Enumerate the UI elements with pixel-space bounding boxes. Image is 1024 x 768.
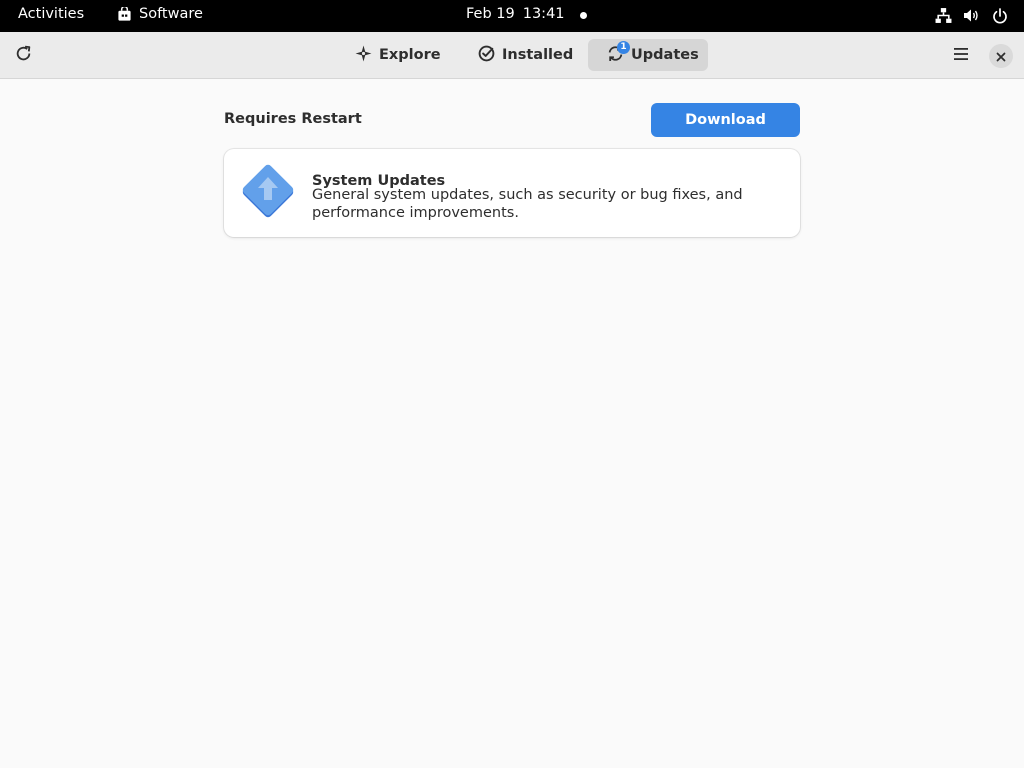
power-icon[interactable] — [992, 7, 1008, 24]
clock[interactable]: Feb 19 13:41 — [466, 6, 565, 22]
software-app-icon — [117, 6, 132, 22]
volume-icon[interactable] — [963, 7, 981, 24]
tab-explore-label: Explore — [379, 47, 441, 63]
close-icon — [996, 47, 1006, 66]
clock-date: Feb 19 — [466, 6, 515, 22]
system-updates-row[interactable]: System Updates General system updates, s… — [224, 149, 800, 237]
refresh-icon — [15, 45, 32, 66]
notification-dot — [580, 12, 587, 19]
requires-restart-heading: Requires Restart — [224, 111, 362, 127]
updates-count-badge: 1 — [617, 41, 630, 54]
tab-installed[interactable]: Installed — [463, 39, 573, 71]
explore-icon — [355, 45, 372, 66]
tab-updates-label: Updates — [631, 47, 699, 63]
system-tray[interactable] — [935, 7, 1008, 24]
app-menu[interactable]: Software — [117, 6, 203, 22]
download-button[interactable]: Download — [651, 103, 800, 137]
main-menu-button[interactable] — [946, 40, 976, 70]
view-switcher: Explore Installed 1 Updates — [334, 39, 708, 71]
hamburger-menu-icon — [953, 46, 969, 65]
app-menu-label: Software — [139, 6, 203, 22]
refresh-button[interactable] — [9, 40, 37, 70]
tab-installed-label: Installed — [502, 47, 574, 63]
tab-explore[interactable]: Explore — [339, 39, 447, 71]
installed-check-icon — [478, 45, 495, 66]
header-bar: Explore Installed 1 Updates — [0, 32, 1024, 79]
close-window-button[interactable] — [989, 44, 1013, 68]
tab-updates[interactable]: 1 Updates — [588, 39, 708, 71]
activities-button[interactable]: Activities — [18, 6, 84, 22]
update-description: General system updates, such as security… — [312, 187, 743, 221]
network-icon[interactable] — [935, 7, 952, 24]
clock-time: 13:41 — [522, 6, 565, 22]
system-update-arrow-icon — [236, 160, 300, 224]
system-top-bar: Activities Software Feb 19 13:41 — [0, 0, 1024, 32]
